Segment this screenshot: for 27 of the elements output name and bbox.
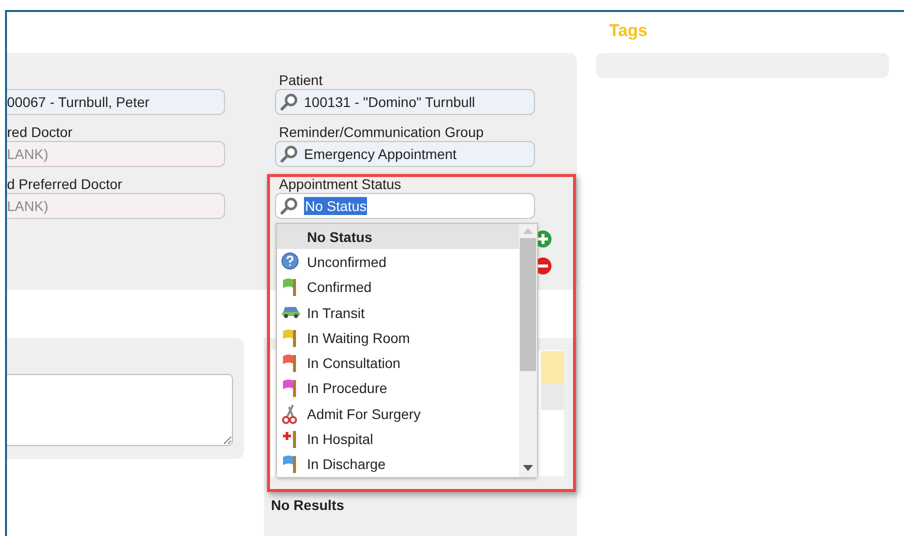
lookup-field[interactable]: 00067 - Turnbull, Peter [7, 89, 225, 115]
tags-title: Tags [609, 21, 648, 41]
field-label: Patient [278, 71, 324, 89]
hospital-flag-icon [281, 429, 299, 450]
status-option[interactable]: No Status [277, 224, 519, 250]
field-label: Reminder/Communication Group [278, 123, 485, 141]
lookup-field[interactable]: 100131 - "Domino" Turnbull [275, 89, 535, 115]
field-value: 100131 - "Domino" Turnbull [304, 94, 476, 110]
status-option[interactable]: In Discharge [277, 452, 519, 477]
lookup-field[interactable]: Emergency Appointment [275, 141, 535, 167]
field-value: Emergency Appointment [304, 146, 457, 162]
lookup-field[interactable]: No Status [275, 193, 535, 219]
results-message: No Results [271, 497, 346, 513]
scissors-icon [281, 404, 299, 424]
search-icon [280, 197, 298, 215]
notes-field[interactable] [7, 374, 233, 446]
scroll-down-icon[interactable] [523, 465, 533, 471]
field-value: No Status [304, 197, 368, 215]
field-label: red Doctor [7, 123, 74, 141]
search-icon [280, 145, 298, 163]
header-row [541, 351, 564, 383]
search-icon [280, 93, 298, 111]
scrollbar[interactable] [519, 224, 537, 477]
result-row [541, 383, 564, 410]
field-label: d Preferred Doctor [7, 175, 124, 193]
question-icon [281, 252, 299, 270]
field-label: Appointment Status [278, 175, 402, 193]
